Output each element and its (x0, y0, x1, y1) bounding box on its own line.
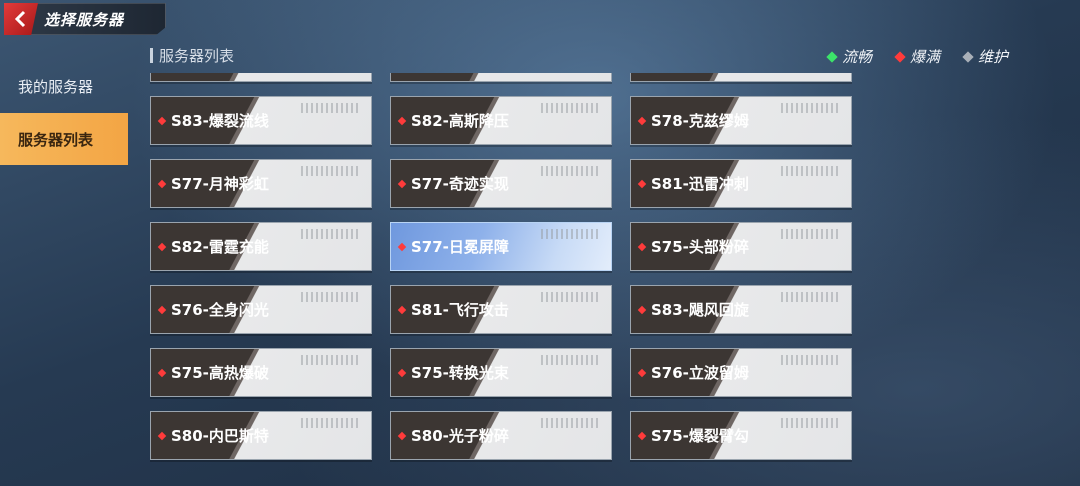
server-card-content: S75-高热爆破 (157, 349, 269, 396)
legend-item-full: 爆满 (894, 46, 940, 67)
list-header: 服务器列表 (150, 45, 234, 66)
server-card-content: S77-日冕屏障 (397, 223, 509, 270)
server-name: S76-全身闪光 (171, 301, 269, 319)
server-card[interactable]: S77-日冕屏障 (390, 222, 612, 271)
server-name: S81-迅雷冲刺 (651, 175, 749, 193)
chevron-left-icon (14, 10, 26, 28)
server-card-content: S77-奇迹实现 (397, 160, 509, 207)
status-diamond-icon (157, 116, 167, 125)
server-card-content: S77-骑乘攻击 (399, 73, 509, 81)
server-card-content: S76-白驹火花 (159, 73, 269, 81)
server-card[interactable]: S77-奇迹实现 (390, 159, 612, 208)
status-diamond-icon (637, 116, 647, 125)
sidebar-item-my-servers[interactable]: 我的服务器 (0, 60, 128, 112)
server-card[interactable]: S80-光子粉碎 (390, 411, 612, 460)
server-card[interactable]: S75-高热爆破 (150, 348, 372, 397)
page-title: 选择服务器 (44, 11, 125, 29)
server-card[interactable]: S77-月神彩虹 (150, 159, 372, 208)
server-list-scroll[interactable]: S76-白驹火花 S77-骑乘攻击 S78-光子之力 S83-爆裂流线 S82-高斯降压… (150, 73, 870, 486)
server-name: S82-高斯降压 (411, 112, 509, 130)
server-card[interactable]: S82-高斯降压 (390, 96, 612, 145)
server-name: S78-克兹缪姆 (651, 112, 749, 130)
server-grid: S76-白驹火花 S77-骑乘攻击 S78-光子之力 S83-爆裂流线 S82-高斯降压… (150, 73, 852, 460)
server-card-content: S83-飓风回旋 (637, 286, 749, 333)
status-diamond-icon (637, 305, 647, 314)
server-card[interactable]: S75-头部粉碎 (630, 222, 852, 271)
server-name: S83-飓风回旋 (651, 301, 749, 319)
server-card[interactable]: S81-迅雷冲刺 (630, 159, 852, 208)
server-name: S80-内巴斯特 (171, 427, 269, 445)
server-card[interactable]: S75-转换光束 (390, 348, 612, 397)
server-name: S75-头部粉碎 (651, 238, 749, 256)
server-card-content: S80-光子粉碎 (397, 412, 509, 459)
server-card[interactable]: S76-白驹火花 (150, 73, 372, 82)
server-card-content: S75-转换光束 (397, 349, 509, 396)
server-card[interactable]: S80-内巴斯特 (150, 411, 372, 460)
legend-label: 爆满 (909, 48, 940, 66)
server-card[interactable]: S75-爆裂臂勾 (630, 411, 852, 460)
sidebar: 我的服务器 服务器列表 (0, 42, 128, 486)
server-name: S77-日冕屏障 (411, 238, 509, 256)
server-card[interactable]: S78-克兹缪姆 (630, 96, 852, 145)
status-diamond-icon (157, 431, 167, 440)
server-card-content: S82-高斯降压 (397, 97, 509, 144)
server-name: S82-雷霆充能 (171, 238, 269, 256)
server-card-content: S77-月神彩虹 (157, 160, 269, 207)
server-name: S80-光子粉碎 (411, 427, 509, 445)
server-card[interactable]: S83-飓风回旋 (630, 285, 852, 334)
server-name: S75-转换光束 (411, 364, 509, 382)
server-name: S77-奇迹实现 (411, 175, 509, 193)
server-card-content: S81-飞行攻击 (397, 286, 509, 333)
server-name: S81-飞行攻击 (411, 301, 509, 319)
server-card[interactable]: S83-爆裂流线 (150, 96, 372, 145)
server-card-content: S82-雷霆充能 (157, 223, 269, 270)
server-name: S75-爆裂臂勾 (651, 427, 749, 445)
server-card[interactable]: S78-光子之力 (630, 73, 852, 82)
status-diamond-icon (157, 368, 167, 377)
header-accent-bar (150, 48, 153, 63)
status-legend: 流畅 爆满 维护 (826, 46, 1008, 67)
status-diamond-icon (157, 179, 167, 188)
status-diamond-icon (397, 179, 407, 188)
server-card-content: S78-克兹缪姆 (637, 97, 749, 144)
server-card-content: S75-爆裂臂勾 (637, 412, 749, 459)
server-card[interactable]: S82-雷霆充能 (150, 222, 372, 271)
status-diamond-icon (637, 242, 647, 251)
status-diamond-icon (637, 368, 647, 377)
status-diamond-icon (397, 305, 407, 314)
server-card-content: S76-立波留姆 (637, 349, 749, 396)
server-name: S77-月神彩虹 (171, 175, 269, 193)
server-card-content: S75-头部粉碎 (637, 223, 749, 270)
server-card-content: S81-迅雷冲刺 (637, 160, 749, 207)
status-diamond-icon (397, 242, 407, 251)
server-name: S75-高热爆破 (171, 364, 269, 382)
legend-label: 流畅 (841, 48, 872, 66)
server-card[interactable]: S81-飞行攻击 (390, 285, 612, 334)
server-card[interactable]: S76-全身闪光 (150, 285, 372, 334)
sidebar-item-server-list[interactable]: 服务器列表 (0, 113, 128, 165)
server-card-content: S78-光子之力 (639, 73, 749, 81)
status-diamond-icon (157, 305, 167, 314)
server-card[interactable]: S77-骑乘攻击 (390, 73, 612, 82)
status-diamond-icon (637, 179, 647, 188)
legend-item-maintenance: 维护 (962, 46, 1008, 67)
legend-label: 维护 (977, 48, 1008, 66)
server-card-content: S80-内巴斯特 (157, 412, 269, 459)
server-card-content: S83-爆裂流线 (157, 97, 269, 144)
legend-item-smooth: 流畅 (826, 46, 872, 67)
red-diamond-icon (894, 50, 906, 63)
status-diamond-icon (397, 368, 407, 377)
gray-diamond-icon (962, 50, 974, 63)
status-diamond-icon (397, 431, 407, 440)
status-diamond-icon (157, 242, 167, 251)
status-diamond-icon (637, 431, 647, 440)
status-diamond-icon (397, 116, 407, 125)
server-name: S76-立波留姆 (651, 364, 749, 382)
server-name: S83-爆裂流线 (171, 112, 269, 130)
server-card[interactable]: S76-立波留姆 (630, 348, 852, 397)
server-card-content: S76-全身闪光 (157, 286, 269, 333)
green-diamond-icon (826, 50, 838, 63)
list-title: 服务器列表 (159, 47, 235, 65)
